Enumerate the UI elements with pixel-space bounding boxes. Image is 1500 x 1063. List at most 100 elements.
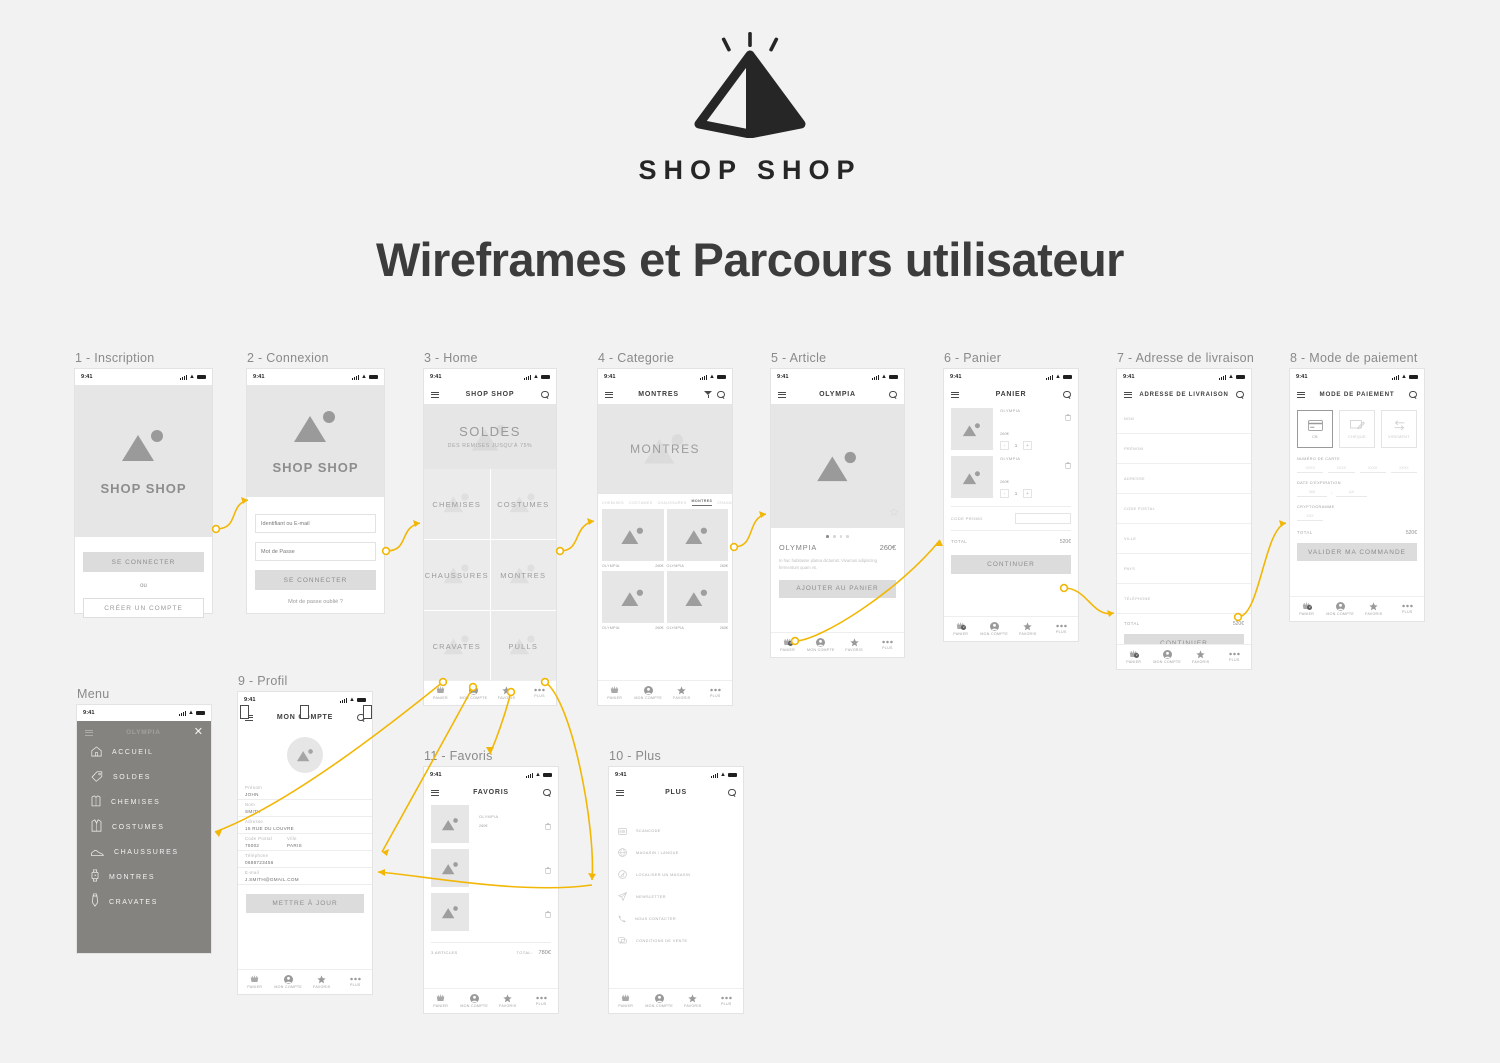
tab-favoris[interactable]: FAVORIS [491, 989, 525, 1013]
tab-plus[interactable]: PLUS [871, 633, 904, 657]
menu-item-costumes[interactable]: COSTUMES [77, 815, 211, 840]
quantity-stepper[interactable]: - 1 + [1000, 489, 1071, 498]
plus-item-contact[interactable]: NOUS CONTACTER [609, 908, 743, 930]
tab-favoris[interactable]: FAVORIS [1184, 645, 1218, 669]
search-icon[interactable] [728, 788, 736, 797]
tab-panier[interactable]: PANIER [598, 681, 632, 705]
menu-item-cravates[interactable]: CRAVATES [77, 890, 211, 915]
hero-soldes[interactable]: SOLDES DES REMISES JUSQU'À 75% [424, 404, 556, 469]
tab-favoris[interactable]: FAVORIS [838, 633, 871, 657]
card-group-3[interactable]: XXXX [1359, 466, 1386, 473]
category-tile-chemises[interactable]: CHEMISES [424, 469, 490, 539]
tab-favoris[interactable]: FAVORIS [676, 989, 710, 1013]
tab-panier[interactable]: 0 PANIER [771, 633, 804, 657]
qty-decrease-button[interactable]: - [1000, 441, 1009, 450]
password-input[interactable]: Mot de Passe [255, 542, 376, 561]
tab-panier[interactable]: 2 PANIER [1290, 597, 1324, 621]
favorite-item[interactable] [424, 843, 558, 887]
tab-plus[interactable]: PLUS [710, 989, 744, 1013]
login-button[interactable]: SE CONNECTER [83, 552, 204, 572]
update-profile-button[interactable]: METTRE À JOUR [246, 894, 364, 913]
payment-method-virement[interactable]: VIREMENT [1381, 410, 1417, 448]
search-icon[interactable] [541, 390, 549, 399]
card-group-2[interactable]: XXXX [1328, 466, 1355, 473]
menu-icon[interactable] [1124, 391, 1132, 398]
expiry-inputs[interactable]: MM / AA [1297, 490, 1367, 497]
field-telephone[interactable]: TÉLÉPHONE [1117, 584, 1251, 614]
promo-input[interactable] [1015, 513, 1071, 524]
category-tile-chaussures[interactable]: CHAUSSURES [424, 540, 490, 610]
search-icon[interactable] [889, 390, 897, 399]
product-card[interactable]: OLYMPIA 260€ [666, 571, 728, 630]
tab-mon-compte[interactable]: MON COMPTE [978, 617, 1012, 641]
qty-increase-button[interactable]: + [1023, 441, 1032, 450]
menu-icon[interactable] [85, 729, 93, 736]
continue-button[interactable]: CONTINUER [951, 555, 1071, 574]
search-icon[interactable] [1063, 390, 1071, 399]
trash-icon[interactable] [545, 849, 551, 879]
qty-increase-button[interactable]: + [1023, 489, 1032, 498]
tab-mon-compte[interactable]: MON COMPTE [804, 633, 837, 657]
field-adresse[interactable]: ADRESSE [1117, 464, 1251, 494]
favorite-icon[interactable] [889, 503, 899, 521]
menu-icon[interactable] [1297, 391, 1305, 398]
create-account-button[interactable]: CRÉER UN COMPTE [83, 598, 204, 618]
profile-field-adresse[interactable]: Adresse 15 RUE DU LOUVRE [238, 817, 372, 834]
menu-icon[interactable] [778, 391, 786, 398]
validate-order-button[interactable]: VALIDER MA COMMANDE [1297, 543, 1417, 561]
tab-plus[interactable]: PLUS [339, 970, 373, 994]
category-tab-chaussures[interactable]: CHAUSSURES [658, 501, 687, 505]
tab-plus[interactable]: PLUS [1391, 597, 1425, 621]
tab-plus[interactable]: PLUS [1045, 617, 1079, 641]
tab-panier[interactable]: 2 PANIER [1117, 645, 1151, 669]
field-pays[interactable]: PAYS [1117, 554, 1251, 584]
tab-plus[interactable]: PLUS [699, 681, 733, 705]
menu-icon[interactable] [605, 391, 613, 398]
card-group-4[interactable]: XXXX [1390, 466, 1417, 473]
tab-panier[interactable]: PANIER [424, 989, 458, 1013]
menu-icon[interactable] [616, 789, 624, 796]
trash-icon[interactable] [1065, 408, 1071, 426]
tab-favoris[interactable]: FAVORIS [490, 681, 523, 705]
close-icon[interactable]: ✕ [194, 727, 203, 738]
product-card[interactable]: OLYMPIA 260€ [602, 571, 664, 630]
carousel-dots[interactable] [771, 528, 904, 543]
tab-panier[interactable]: PANIER [238, 970, 272, 994]
search-icon[interactable] [1236, 390, 1244, 399]
plus-item-newsletter[interactable]: NEWSLETTER [609, 886, 743, 908]
avatar[interactable] [238, 727, 372, 783]
category-tab-cravates[interactable]: CRAVATES [717, 501, 732, 505]
tab-panier[interactable]: PANIER [424, 681, 457, 705]
profile-field-nom[interactable]: Nom SMITH [238, 800, 372, 817]
tab-mon-compte[interactable]: MON COMPTE [457, 681, 490, 705]
category-tile-montres[interactable]: MONTRES [490, 540, 556, 610]
category-tab-costumes[interactable]: COSTUMES [629, 501, 653, 505]
trash-icon[interactable] [545, 893, 551, 923]
menu-item-chemises[interactable]: CHEMISES [77, 790, 211, 815]
login-identifier-input[interactable]: Identifiant ou E-mail [255, 514, 376, 533]
expiry-month[interactable]: MM [1297, 490, 1328, 497]
category-tab-montres[interactable]: MONTRES [691, 499, 713, 506]
tab-plus[interactable]: PLUS [1218, 645, 1252, 669]
profile-field-email[interactable]: E-mail J.SMITH@GMAIL.COM [238, 868, 372, 885]
favorite-item[interactable] [424, 887, 558, 931]
login-button[interactable]: SE CONNECTER [255, 570, 376, 590]
filter-icon[interactable] [704, 391, 712, 399]
menu-icon[interactable] [431, 391, 439, 398]
menu-item-chaussures[interactable]: CHAUSSURES [77, 840, 211, 865]
trash-icon[interactable] [545, 805, 551, 835]
tab-plus[interactable]: PLUS [525, 989, 559, 1013]
tab-mon-compte[interactable]: MON COMPTE [643, 989, 677, 1013]
expiry-year[interactable]: AA [1336, 490, 1367, 497]
field-nom[interactable]: NOM [1117, 404, 1251, 434]
card-number-inputs[interactable]: XXXX XXXX XXXX XXXX [1297, 466, 1417, 473]
tab-favoris[interactable]: FAVORIS [1011, 617, 1045, 641]
trash-icon[interactable] [1065, 456, 1071, 474]
search-icon[interactable] [1409, 390, 1417, 399]
card-group-1[interactable]: XXXX [1297, 466, 1324, 473]
menu-icon[interactable] [951, 391, 959, 398]
tab-panier[interactable]: PANIER [609, 989, 643, 1013]
profile-field-prenom[interactable]: Prénom JOHN [238, 783, 372, 800]
add-to-cart-button[interactable]: AJOUTER AU PANIER [779, 579, 896, 598]
product-card[interactable]: OLYMPIA 260€ [666, 509, 728, 568]
